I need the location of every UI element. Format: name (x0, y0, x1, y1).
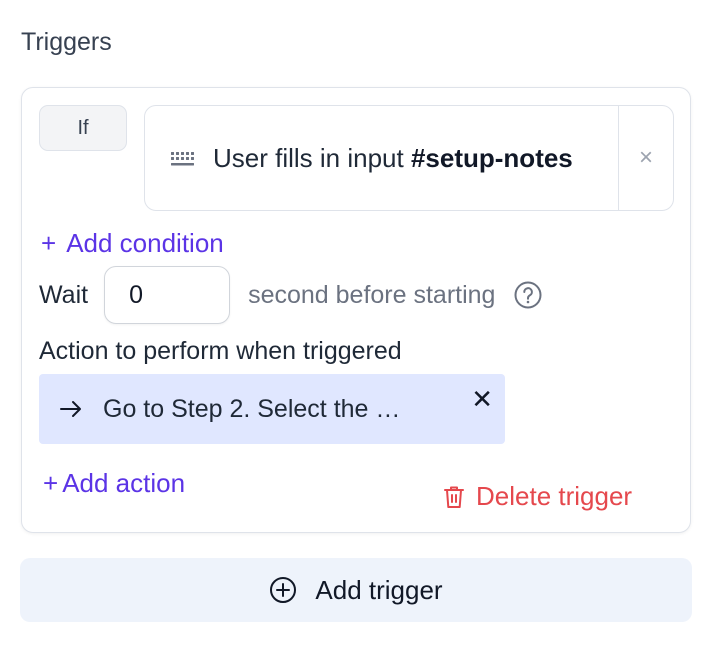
condition-box[interactable]: User fills in input #setup-notes × (144, 105, 674, 211)
if-badge: If (39, 105, 127, 151)
help-icon[interactable] (513, 280, 543, 310)
wait-suffix: second before starting (248, 280, 496, 309)
add-action-label: Add action (62, 468, 186, 498)
close-icon: × (638, 144, 653, 171)
action-heading: Action to perform when triggered (39, 337, 402, 365)
condition-text: User fills in input #setup-notes (213, 138, 573, 178)
trash-icon (444, 486, 464, 508)
remove-action-button[interactable]: ✕ (471, 384, 493, 415)
condition-text-prefix: User fills in input (213, 143, 411, 173)
wait-label: Wait (39, 280, 89, 309)
action-chip-content[interactable]: Go to Step 2. Select the … (39, 374, 466, 444)
plus-icon: + (41, 228, 57, 258)
add-action-button[interactable]: + Add action (43, 468, 185, 499)
action-text: Go to Step 2. Select the … (103, 394, 401, 423)
add-condition-label: Add condition (66, 228, 224, 258)
wait-seconds-input[interactable] (104, 266, 231, 324)
section-title: Triggers (21, 28, 112, 56)
keyboard-icon (171, 152, 194, 166)
condition-content[interactable]: User fills in input #setup-notes (145, 106, 619, 210)
add-condition-button[interactable]: + Add condition (41, 228, 224, 259)
plus-icon: + (43, 468, 59, 498)
remove-condition-button[interactable]: × (619, 106, 673, 210)
add-trigger-button[interactable]: Add trigger (20, 558, 692, 622)
action-chip[interactable]: Go to Step 2. Select the … ✕ (39, 374, 505, 444)
delete-trigger-label: Delete trigger (476, 481, 633, 511)
plus-circle-icon (270, 577, 297, 603)
trigger-card: If User fills in input #setup-notes × + … (21, 87, 691, 533)
add-trigger-label: Add trigger (315, 574, 443, 605)
condition-target: #setup-notes (410, 143, 573, 173)
arrow-right-icon (60, 401, 81, 417)
wait-row: Wait second before starting (39, 266, 543, 324)
delete-trigger-button[interactable]: Delete trigger (442, 481, 632, 512)
